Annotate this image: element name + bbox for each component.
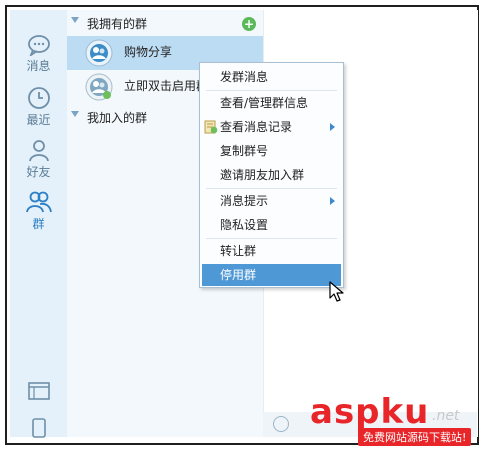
chat-bubble-icon bbox=[27, 35, 50, 56]
app-box-button[interactable] bbox=[10, 382, 67, 400]
phone-button[interactable] bbox=[10, 418, 67, 438]
window-icon bbox=[27, 382, 50, 400]
clock-icon bbox=[27, 87, 50, 109]
menu-item-privacy-settings[interactable]: 隐私设置 bbox=[202, 214, 341, 236]
menu-item-message-notification[interactable]: 消息提示 bbox=[202, 190, 341, 212]
menu-item-send-group-message[interactable]: 发群消息 bbox=[202, 66, 341, 88]
nav-groups[interactable]: 群 bbox=[10, 190, 67, 232]
nav-friends[interactable]: 好友 bbox=[10, 138, 67, 180]
owned-groups-label: 我拥有的群 bbox=[87, 17, 148, 31]
menu-item-label: 查看消息记录 bbox=[220, 120, 293, 134]
watermark-suffix: .net bbox=[432, 408, 460, 424]
menu-item-copy-group-number[interactable]: 复制群号 bbox=[202, 140, 341, 162]
nav-groups-label: 群 bbox=[32, 217, 45, 231]
context-menu: 发群消息 查看/管理群信息 查看消息记录 复制群号 邀请朋友加入群 消息提示 隐… bbox=[199, 62, 344, 288]
menu-item-label: 消息提示 bbox=[220, 194, 269, 208]
add-group-button[interactable]: + bbox=[242, 17, 256, 31]
group-name: 购物分享 bbox=[124, 45, 173, 59]
menu-item-transfer-group[interactable]: 转让群 bbox=[202, 240, 341, 262]
watermark-tagline: 免费网站源码下载站! bbox=[358, 428, 472, 446]
emoji-icon[interactable] bbox=[273, 416, 289, 432]
nav-recent-label: 最近 bbox=[26, 113, 51, 127]
menu-separator bbox=[206, 90, 337, 91]
group-avatar bbox=[85, 39, 113, 67]
mouse-cursor-icon bbox=[329, 281, 344, 302]
menu-item-disable-group[interactable]: 停用群 bbox=[202, 264, 341, 286]
nav-messages-label: 消息 bbox=[26, 59, 51, 73]
owned-groups-header[interactable]: 我拥有的群 + bbox=[67, 13, 263, 33]
group-icon bbox=[25, 191, 52, 213]
group-avatar bbox=[85, 73, 113, 101]
menu-separator bbox=[206, 188, 337, 189]
submenu-arrow-icon bbox=[330, 197, 335, 205]
phone-icon bbox=[31, 418, 46, 438]
submenu-arrow-icon bbox=[330, 123, 335, 131]
joined-groups-label: 我加入的群 bbox=[87, 111, 148, 125]
menu-separator bbox=[206, 238, 337, 239]
watermark: aspku .net 免费网站源码下载站! bbox=[310, 392, 480, 448]
group-name: 立即双击启用群 bbox=[124, 79, 209, 93]
nav-recent[interactable]: 最近 bbox=[10, 86, 67, 128]
nav-friends-label: 好友 bbox=[26, 165, 51, 179]
watermark-logo: aspku bbox=[310, 392, 430, 432]
message-history-icon bbox=[204, 120, 218, 134]
menu-item-invite-friends[interactable]: 邀请朋友加入群 bbox=[202, 164, 341, 186]
menu-item-view-message-history[interactable]: 查看消息记录 bbox=[202, 116, 341, 138]
menu-item-view-manage-group-info[interactable]: 查看/管理群信息 bbox=[202, 92, 341, 114]
expand-triangle-icon bbox=[71, 17, 79, 23]
person-icon bbox=[28, 140, 49, 162]
nav-rail: 消息 最近 好友 群 bbox=[10, 10, 68, 438]
expand-triangle-icon bbox=[71, 111, 79, 117]
nav-messages[interactable]: 消息 bbox=[10, 34, 67, 74]
